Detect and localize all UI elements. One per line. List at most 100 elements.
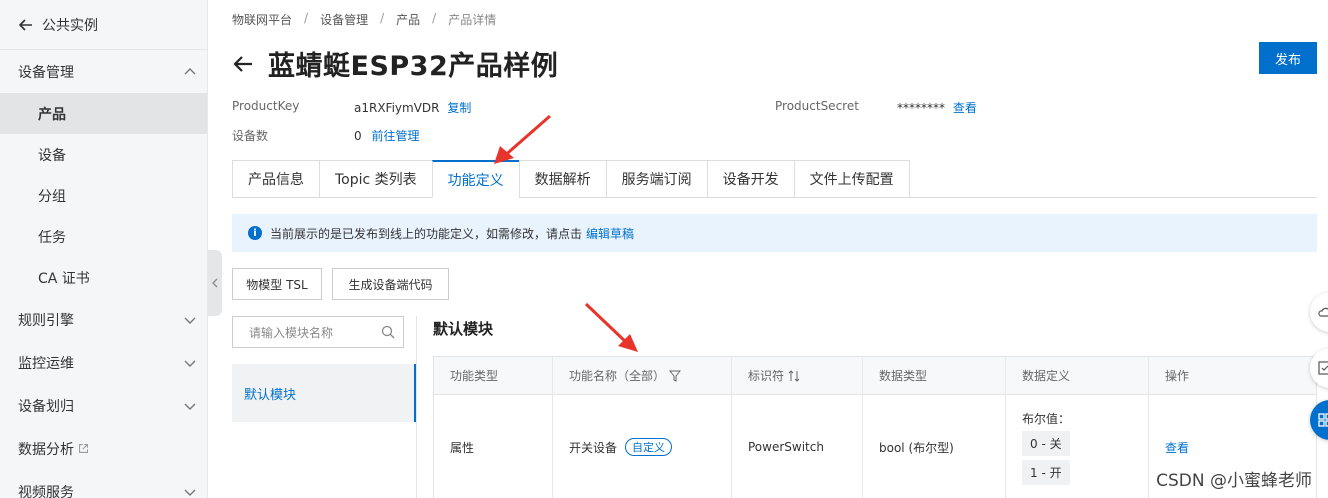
manage-link[interactable]: 前往管理 <box>371 129 419 143</box>
chevron-left-icon <box>212 278 218 288</box>
sidebar-group-label: 监控运维 <box>18 355 74 372</box>
generate-device-code-button[interactable]: 生成设备端代码 <box>332 268 449 300</box>
sidebar-item-label: 分组 <box>38 188 66 205</box>
edit-draft-link[interactable]: 编辑草稿 <box>586 225 634 242</box>
breadcrumb-item[interactable]: 设备管理 <box>320 11 368 28</box>
sidebar: 公共实例 设备管理 产品 设备 分组 任务 CA 证书 规则引擎 监控运维 设备… <box>0 0 208 498</box>
main-content: 物联网平台 / 设备管理 / 产品 / 产品详情 蓝蜻蜓ESP32产品样例 发布 Pr… <box>232 0 1328 498</box>
floating-cloud-button[interactable] <box>1310 292 1328 332</box>
page-title: 蓝蜻蜓ESP32产品样例 <box>268 51 559 82</box>
module-item-label: 默认模块 <box>244 387 297 403</box>
sidebar-group-label: 数据分析 <box>18 441 74 458</box>
sidebar-group-label: 规则引擎 <box>18 312 74 329</box>
cloud-icon <box>1318 307 1328 317</box>
info-notice: i 当前展示的是已发布到线上的功能定义，如需修改，请点击 编辑草稿 <box>232 214 1317 252</box>
sidebar-group-video[interactable]: 视频服务 <box>0 470 207 498</box>
tab-product-info[interactable]: 产品信息 <box>232 160 319 198</box>
breadcrumb-separator: / <box>304 11 309 25</box>
tab-device-development[interactable]: 设备开发 <box>706 160 794 198</box>
sidebar-group-device-mgmt[interactable]: 设备管理 <box>0 50 207 93</box>
product-key-value: a1RXFiymVDR 复制 <box>354 101 472 115</box>
col-header-type: 功能类型 <box>434 357 553 394</box>
tab-topic-list[interactable]: Topic 类列表 <box>319 160 432 198</box>
chevron-down-icon <box>184 317 196 324</box>
device-count-label: 设备数 <box>232 129 269 143</box>
sidebar-group-data-analysis[interactable]: 数据分析 <box>0 427 207 470</box>
chevron-down-icon <box>184 403 196 410</box>
search-placeholder: 请输入模块名称 <box>249 325 334 340</box>
view-secret-link[interactable]: 查看 <box>953 101 977 115</box>
arrow-left-icon <box>18 18 32 31</box>
external-link-icon <box>79 444 88 453</box>
chevron-up-icon <box>184 67 196 74</box>
back-label: 公共实例 <box>42 17 98 34</box>
sidebar-item-device[interactable]: 设备 <box>0 134 207 175</box>
sidebar-item-product[interactable]: 产品 <box>0 93 207 134</box>
sidebar-group-label: 视频服务 <box>18 484 74 498</box>
sidebar-item-group[interactable]: 分组 <box>0 175 207 216</box>
device-count-value: 0 前往管理 <box>354 129 420 143</box>
watermark: CSDN @小蜜蜂老师 <box>1156 471 1312 491</box>
breadcrumb-separator: / <box>432 11 437 25</box>
search-icon <box>381 325 395 339</box>
cell-data-type: bool (布尔型) <box>863 395 1006 498</box>
apps-icon <box>1318 413 1328 427</box>
custom-badge: 自定义 <box>625 438 673 456</box>
title-row: 蓝蜻蜓ESP32产品样例 <box>232 44 558 83</box>
product-key-label: ProductKey <box>232 99 300 113</box>
col-header-data-def: 数据定义 <box>1006 357 1149 394</box>
sidebar-collapse-handle[interactable] <box>208 250 222 316</box>
col-header-name: 功能名称（全部） <box>553 357 732 394</box>
def-value-chip: 0 - 关 <box>1022 430 1070 456</box>
breadcrumb: 物联网平台 / 设备管理 / 产品 / 产品详情 <box>232 11 496 28</box>
sidebar-group-label: 设备划归 <box>18 398 74 415</box>
module-title: 默认模块 <box>433 320 494 338</box>
module-list-item-default[interactable]: 默认模块 <box>232 364 416 422</box>
feature-name: 开关设备 <box>569 440 618 455</box>
info-icon: i <box>248 226 262 240</box>
tab-server-subscription[interactable]: 服务端订阅 <box>605 160 707 198</box>
sidebar-item-ca-cert[interactable]: CA 证书 <box>0 257 207 298</box>
breadcrumb-item[interactable]: 产品 <box>396 11 420 28</box>
col-header-data-type: 数据类型 <box>863 357 1006 394</box>
sidebar-item-label: 设备 <box>38 147 66 164</box>
back-to-instance[interactable]: 公共实例 <box>0 0 207 50</box>
sort-icon[interactable] <box>788 369 800 382</box>
sidebar-group-rule-engine[interactable]: 规则引擎 <box>0 298 207 341</box>
app-root: 公共实例 设备管理 产品 设备 分组 任务 CA 证书 规则引擎 监控运维 设备… <box>0 0 1328 498</box>
arrow-left-icon[interactable] <box>232 53 254 75</box>
cell-name: 开关设备 自定义 <box>553 395 732 498</box>
sidebar-item-task[interactable]: 任务 <box>0 216 207 257</box>
copy-link[interactable]: 复制 <box>447 101 471 115</box>
tsl-model-button[interactable]: 物模型 TSL <box>232 268 322 300</box>
cell-type: 属性 <box>434 395 553 498</box>
vertical-divider <box>416 316 417 498</box>
tab-bar: 产品信息 Topic 类列表 功能定义 数据解析 服务端订阅 设备开发 文件上传… <box>232 160 1317 198</box>
notice-text: 当前展示的是已发布到线上的功能定义，如需修改，请点击 <box>270 226 583 241</box>
breadcrumb-item-current: 产品详情 <box>448 13 497 27</box>
edit-icon <box>1318 361 1328 375</box>
publish-button[interactable]: 发布 <box>1259 42 1317 74</box>
product-secret-label: ProductSecret <box>775 99 859 113</box>
breadcrumb-separator: / <box>380 11 385 25</box>
tab-file-upload-config[interactable]: 文件上传配置 <box>793 160 910 198</box>
annotation-arrow-tab <box>494 114 551 164</box>
def-label: 布尔值： <box>1022 411 1071 426</box>
sidebar-item-label: 任务 <box>38 229 66 246</box>
chevron-down-icon <box>184 489 196 496</box>
table-header: 功能类型 功能名称（全部） 标识符 数据类型 数据定义 操作 <box>434 357 1316 395</box>
def-value-chip: 1 - 开 <box>1022 459 1070 485</box>
annotation-arrow-column <box>584 302 638 352</box>
filter-icon[interactable] <box>669 370 682 382</box>
sidebar-group-label: 设备管理 <box>18 64 74 81</box>
sidebar-group-device-assign[interactable]: 设备划归 <box>0 384 207 427</box>
module-search-input[interactable]: 请输入模块名称 <box>232 316 404 348</box>
sidebar-item-label: CA 证书 <box>38 270 90 287</box>
sidebar-group-monitoring[interactable]: 监控运维 <box>0 341 207 384</box>
breadcrumb-item[interactable]: 物联网平台 <box>232 11 292 28</box>
view-action-link[interactable]: 查看 <box>1165 439 1189 456</box>
cell-identifier: PowerSwitch <box>732 395 863 498</box>
col-header-action: 操作 <box>1165 369 1190 383</box>
product-secret-value: ******** 查看 <box>897 101 977 115</box>
cell-data-definition: 布尔值： 0 - 关 1 - 开 <box>1006 395 1149 498</box>
